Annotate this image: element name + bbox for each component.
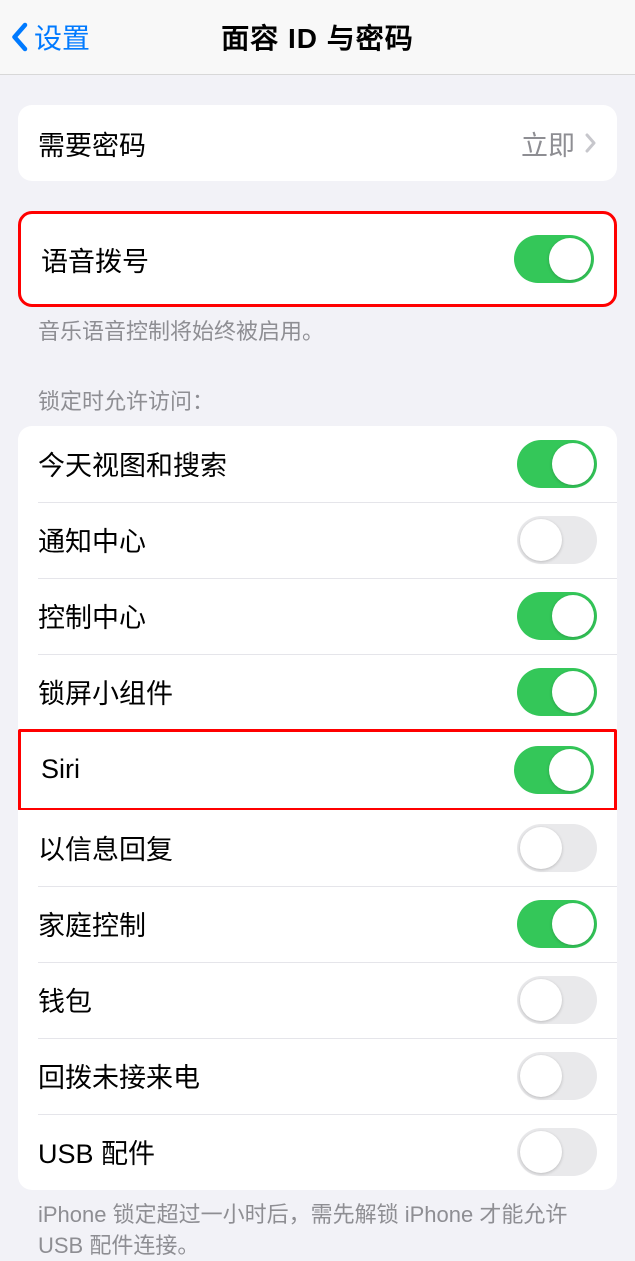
cell-label: 需要密码 — [38, 124, 146, 163]
cell-group-bottom: 以信息回复 家庭控制 钱包 回拨未接来电 USB 配件 — [18, 810, 617, 1190]
cell-label: 以信息回复 — [38, 828, 173, 867]
cell-value: 立即 — [521, 124, 575, 163]
cell-label: 控制中心 — [38, 596, 146, 635]
reply-message-cell: 以信息回复 — [18, 810, 617, 886]
cell-label: 回拨未接来电 — [38, 1056, 200, 1095]
today-view-cell: 今天视图和搜索 — [18, 426, 617, 502]
cell-group: 需要密码 立即 — [18, 105, 617, 181]
cell-label: 通知中心 — [38, 520, 146, 559]
siri-cell: Siri — [21, 732, 614, 808]
locked-access-header: 锁定时允许访问： — [0, 366, 635, 426]
siri-toggle[interactable] — [514, 746, 594, 794]
usb-accessories-toggle[interactable] — [517, 1128, 597, 1176]
cell-label: USB 配件 — [38, 1132, 155, 1171]
notification-center-toggle[interactable] — [517, 516, 597, 564]
voice-dial-toggle[interactable] — [514, 235, 594, 283]
cell-group-top: 今天视图和搜索 通知中心 控制中心 锁屏小组件 — [18, 426, 617, 730]
control-center-toggle[interactable] — [517, 592, 597, 640]
content: 需要密码 立即 语音拨号 音乐语音控制将始终被启用。 锁定时允许访问： — [0, 105, 635, 1261]
chevron-left-icon — [10, 22, 28, 52]
cell-value-wrap: 立即 — [521, 124, 597, 163]
chevron-right-icon — [585, 133, 597, 153]
cell-label: 家庭控制 — [38, 904, 146, 943]
return-missed-calls-toggle[interactable] — [517, 1052, 597, 1100]
cell-label: 语音拨号 — [41, 240, 149, 279]
usb-accessories-cell: USB 配件 — [18, 1114, 617, 1190]
return-missed-calls-cell: 回拨未接来电 — [18, 1038, 617, 1114]
control-center-cell: 控制中心 — [18, 578, 617, 654]
toggle-knob — [549, 238, 591, 280]
section-require-passcode: 需要密码 立即 — [0, 105, 635, 181]
cell-label: 今天视图和搜索 — [38, 444, 227, 483]
cell-label: 钱包 — [38, 980, 92, 1019]
lockscreen-widgets-toggle[interactable] — [517, 668, 597, 716]
home-control-cell: 家庭控制 — [18, 886, 617, 962]
navbar: 设置 面容 ID 与密码 — [0, 0, 635, 75]
highlight-voice-dial: 语音拨号 — [18, 211, 617, 307]
today-view-toggle[interactable] — [517, 440, 597, 488]
page-title: 面容 ID 与密码 — [221, 17, 414, 57]
home-control-toggle[interactable] — [517, 900, 597, 948]
back-button[interactable]: 设置 — [10, 17, 90, 57]
back-label: 设置 — [34, 17, 90, 57]
section-locked-access: 锁定时允许访问： 今天视图和搜索 通知中心 控制中心 锁屏小组件 S — [0, 366, 635, 1261]
highlight-siri: Siri — [18, 729, 617, 811]
require-passcode-cell[interactable]: 需要密码 立即 — [18, 105, 617, 181]
wallet-toggle[interactable] — [517, 976, 597, 1024]
locked-access-footer: iPhone 锁定超过一小时后，需先解锁 iPhone 才能允许 USB 配件连… — [0, 1190, 635, 1261]
cell-label: Siri — [41, 754, 80, 785]
notification-center-cell: 通知中心 — [18, 502, 617, 578]
voice-dial-footer: 音乐语音控制将始终被启用。 — [0, 307, 635, 348]
section-voice-dial: 语音拨号 音乐语音控制将始终被启用。 — [0, 211, 635, 348]
voice-dial-cell: 语音拨号 — [21, 214, 614, 304]
cell-label: 锁屏小组件 — [38, 672, 173, 711]
lockscreen-widgets-cell: 锁屏小组件 — [18, 654, 617, 730]
reply-message-toggle[interactable] — [517, 824, 597, 872]
wallet-cell: 钱包 — [18, 962, 617, 1038]
